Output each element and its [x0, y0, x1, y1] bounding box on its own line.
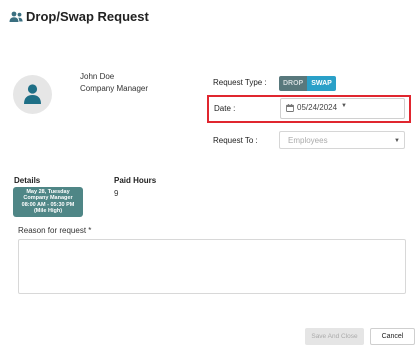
reason-textarea[interactable] [18, 239, 406, 294]
users-icon [9, 11, 23, 22]
avatar [13, 75, 52, 114]
request-type-label: Request Type : [213, 78, 267, 87]
date-label: Date : [214, 104, 236, 113]
user-name: John Doe [80, 72, 115, 81]
details-label: Details [14, 176, 41, 185]
date-value: 05/24/2024 [297, 103, 338, 112]
caret-down-icon: ▼ [341, 103, 347, 109]
request-to-label: Request To : [213, 136, 258, 145]
page-title: Drop/Swap Request [26, 9, 149, 24]
calendar-icon [286, 104, 294, 112]
shift-location: (Mile High) [33, 207, 63, 214]
shift-time: 08:00 AM - 05:30 PM [21, 201, 75, 208]
drop-option-button[interactable]: DROP [279, 76, 308, 91]
shift-card[interactable]: May 28, Tuesday Company Manager 08:00 AM… [13, 187, 83, 217]
save-and-close-button[interactable]: Save And Close [305, 328, 364, 345]
reason-label: Reason for request * [18, 226, 92, 235]
cancel-button[interactable]: Cancel [370, 328, 415, 345]
request-type-toggle: DROP SWAP [279, 76, 336, 91]
paid-hours-value: 9 [114, 189, 119, 198]
person-icon [24, 84, 41, 104]
swap-option-button[interactable]: SWAP [307, 76, 336, 91]
user-role: Company Manager [80, 84, 149, 93]
paid-hours-label: Paid Hours [114, 176, 157, 185]
chevron-down-icon[interactable]: ▼ [394, 138, 400, 144]
shift-role: Company Manager [23, 195, 73, 202]
request-to-placeholder: Employees [288, 136, 328, 145]
